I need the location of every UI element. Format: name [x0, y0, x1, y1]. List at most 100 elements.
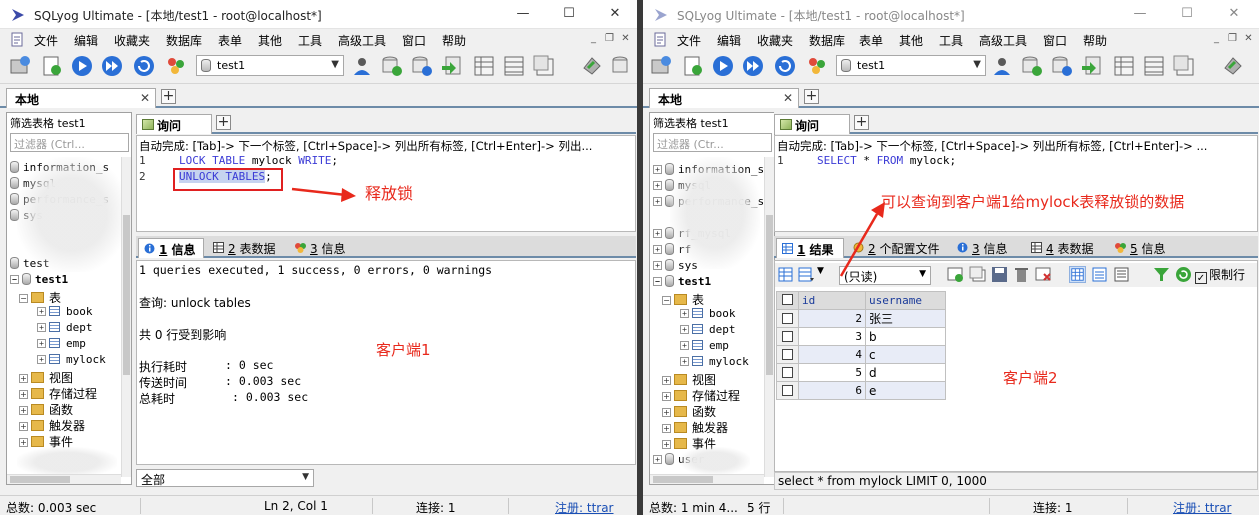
connection-tab-local[interactable]: 本地 ✕: [649, 88, 799, 108]
menu-advanced-tools[interactable]: 高级工具: [338, 32, 386, 49]
tree-table-item[interactable]: + book: [680, 307, 736, 323]
menu-file[interactable]: 文件: [34, 32, 58, 49]
expand-icon[interactable]: +: [662, 424, 671, 433]
expand-icon[interactable]: +: [653, 197, 662, 206]
row-checkbox[interactable]: [776, 363, 799, 382]
new-query-icon[interactable]: [40, 54, 64, 78]
expand-icon[interactable]: +: [37, 323, 46, 332]
cell-id[interactable]: 4: [798, 345, 866, 364]
schedule-backup-icon[interactable]: [610, 54, 634, 78]
tab-query[interactable]: 询问: [774, 114, 850, 134]
expand-icon[interactable]: +: [653, 229, 662, 238]
tab-table-data[interactable]: 2 表数据: [208, 238, 286, 258]
expand-icon[interactable]: +: [19, 406, 28, 415]
new-query-tab-button[interactable]: +: [216, 115, 231, 130]
table-structure-icon[interactable]: [1142, 54, 1166, 78]
new-connection-tab-button[interactable]: +: [804, 89, 819, 104]
menu-edit[interactable]: 编辑: [74, 32, 98, 49]
tree-table-item[interactable]: + dept: [680, 323, 736, 339]
expand-icon[interactable]: +: [653, 455, 662, 464]
database-select[interactable]: test1 ▼: [196, 55, 344, 76]
row-checkbox[interactable]: [776, 327, 799, 346]
copy-grid-icon[interactable]: [798, 266, 815, 283]
scroll-thumb[interactable]: [653, 476, 713, 483]
tree-table-item[interactable]: + dept: [37, 321, 93, 337]
execute-all-icon[interactable]: [100, 54, 124, 78]
menu-edit[interactable]: 编辑: [717, 32, 741, 49]
expand-icon[interactable]: +: [19, 422, 28, 431]
expand-icon[interactable]: +: [653, 165, 662, 174]
filter-input[interactable]: 过滤器 (Ctrl...: [10, 133, 129, 152]
expand-icon[interactable]: +: [653, 181, 662, 190]
menu-file[interactable]: 文件: [677, 32, 701, 49]
mdi-minimize-icon[interactable]: _: [586, 31, 601, 46]
expand-icon[interactable]: +: [19, 438, 28, 447]
menu-favorites[interactable]: 收藏夹: [757, 32, 793, 49]
table-row[interactable]: 4 c: [776, 345, 946, 364]
refresh-icon[interactable]: [132, 54, 156, 78]
menu-advanced-tools[interactable]: 高级工具: [979, 32, 1027, 49]
mdi-restore-icon[interactable]: ❐: [602, 31, 617, 46]
menu-table[interactable]: 表单: [859, 32, 883, 49]
expand-icon[interactable]: +: [662, 376, 671, 385]
new-connection-icon[interactable]: [8, 54, 32, 78]
tree-folder-functions[interactable]: + 函数: [19, 401, 73, 417]
minimize-button[interactable]: —: [1127, 4, 1153, 24]
table-copy-icon[interactable]: [1172, 54, 1196, 78]
row-checkbox[interactable]: [776, 345, 799, 364]
tree-table-item[interactable]: + emp: [680, 339, 729, 355]
tree-hscrollbar[interactable]: [7, 474, 121, 484]
user-manager-icon[interactable]: [990, 54, 1014, 78]
filter-input[interactable]: 过滤器 (Ctr...: [653, 133, 772, 152]
tab-table-data[interactable]: 4 表数据: [1026, 238, 1106, 258]
mdi-minimize-icon[interactable]: _: [1209, 31, 1224, 46]
execute-query-icon[interactable]: [70, 54, 94, 78]
expand-icon[interactable]: +: [662, 440, 671, 449]
expand-icon[interactable]: +: [680, 341, 689, 350]
tree-folder-views[interactable]: + 视图: [662, 371, 716, 387]
table-data-icon[interactable]: [472, 54, 496, 78]
cell-username[interactable]: e: [865, 381, 946, 400]
collapse-icon[interactable]: −: [19, 294, 28, 303]
backup-icon[interactable]: [1020, 54, 1044, 78]
menu-window[interactable]: 窗口: [402, 32, 426, 49]
cell-username[interactable]: 张三: [865, 309, 946, 328]
table-structure-icon[interactable]: [502, 54, 526, 78]
mdi-restore-icon[interactable]: ❐: [1225, 31, 1240, 46]
execute-all-icon[interactable]: [741, 54, 765, 78]
backup-icon[interactable]: [380, 54, 404, 78]
expand-icon[interactable]: +: [19, 390, 28, 399]
save-icon[interactable]: [991, 266, 1008, 283]
menu-favorites[interactable]: 收藏夹: [114, 32, 150, 49]
table-row[interactable]: 3 b: [776, 327, 946, 346]
menu-help[interactable]: 帮助: [442, 32, 466, 49]
cell-id[interactable]: 5: [798, 363, 866, 382]
column-header-username[interactable]: username: [865, 291, 946, 310]
filter-icon[interactable]: [1153, 266, 1170, 283]
table-row[interactable]: 5 d: [776, 363, 946, 382]
tree-table-item[interactable]: + book: [37, 305, 93, 321]
menu-table[interactable]: 表单: [218, 32, 242, 49]
minimize-button[interactable]: —: [510, 4, 536, 24]
tree-hscrollbar[interactable]: [650, 474, 764, 484]
close-button[interactable]: ✕: [602, 4, 628, 24]
table-copy-icon[interactable]: [532, 54, 556, 78]
new-connection-tab-button[interactable]: +: [161, 89, 176, 104]
expand-icon[interactable]: +: [653, 261, 662, 270]
menu-database[interactable]: 数据库: [809, 32, 845, 49]
connection-tab-local[interactable]: 本地 ✕: [6, 88, 156, 108]
maximize-button[interactable]: ☐: [556, 4, 582, 24]
tree-folder-tables[interactable]: − 表: [19, 289, 61, 305]
expand-icon[interactable]: +: [662, 392, 671, 401]
expand-icon[interactable]: +: [37, 307, 46, 316]
tab-info-2[interactable]: 5 信息: [1110, 238, 1180, 258]
tree-folder-tables[interactable]: − 表: [662, 291, 704, 307]
new-query-icon[interactable]: [681, 54, 705, 78]
tree-folder-procedures[interactable]: + 存储过程: [662, 387, 740, 403]
close-button[interactable]: ✕: [1221, 4, 1247, 24]
query-builder-icon[interactable]: [1221, 54, 1245, 78]
query-builder-icon[interactable]: [580, 54, 604, 78]
scroll-thumb[interactable]: [10, 476, 70, 483]
menu-other[interactable]: 其他: [899, 32, 923, 49]
tab-info[interactable]: 3 信息: [952, 238, 1022, 258]
